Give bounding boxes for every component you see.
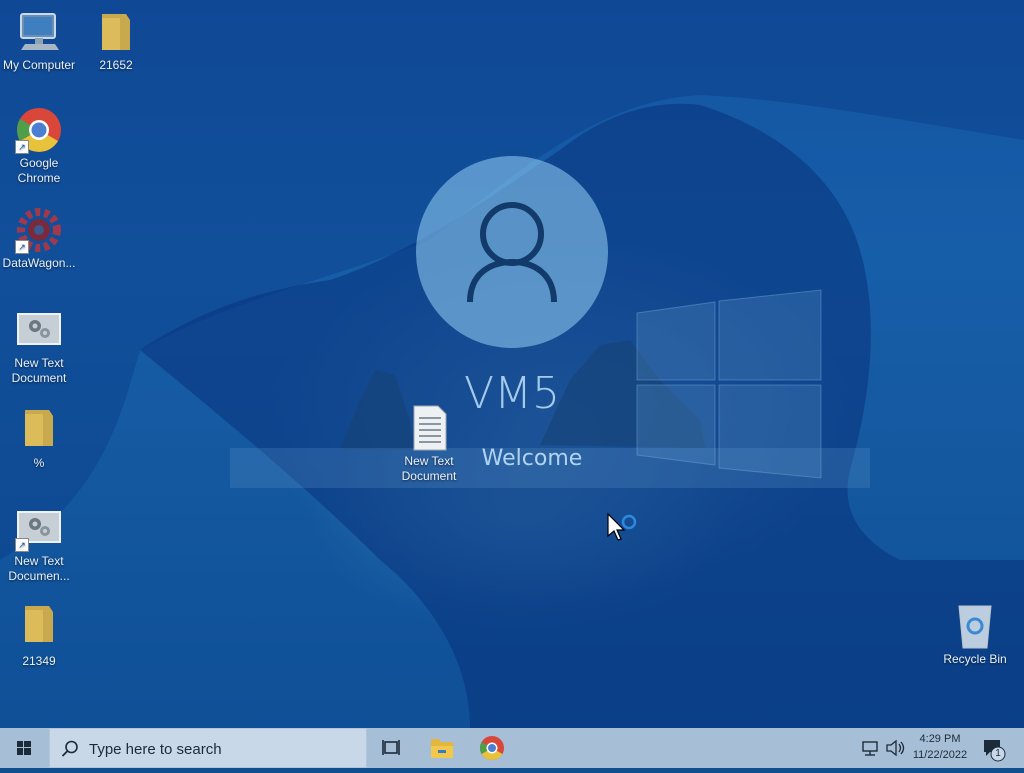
desktop-icon-label: 21652 [99,58,133,72]
search-placeholder: Type here to search [89,741,222,758]
network-tray-button[interactable] [856,728,884,768]
task-view-icon [382,740,400,755]
desktop-icon-label: 21349 [22,654,56,668]
desktop-icon-label: My Computer [2,58,76,72]
machine-name: VM5 [463,368,561,419]
desktop-icon-my-computer[interactable]: My Computer [0,8,78,73]
notification-count: 1 [995,748,1001,759]
desktop-icon-new-text-document-2[interactable]: ↗ New Text Documen... [0,504,78,584]
desktop-icon-google-chrome[interactable]: ↗ Google Chrome [0,106,78,186]
gear-app-icon: ↗ [15,206,63,254]
desktop-icon-label: % [33,456,45,470]
network-icon [862,741,878,756]
lock-screen-overlay [0,0,1024,728]
desktop-icon-folder-21349[interactable]: 21349 [0,604,78,669]
shortcut-arrow-icon: ↗ [15,538,29,552]
recycle-bin-icon [951,602,999,650]
windows-logo-icon [17,741,31,755]
busy-cursor-icon [607,512,637,541]
desktop-icon-folder-21652[interactable]: 21652 [77,8,155,73]
desktop-icon-label: Recycle Bin [943,652,1007,666]
shortcut-arrow-icon: ↗ [15,240,29,254]
start-button[interactable] [0,728,48,768]
desktop-icon-label: Google Chrome [17,156,61,185]
clock-button[interactable]: 4:29 PM 11/22/2022 [905,728,975,768]
desktop-icon-recycle-bin[interactable]: Recycle Bin [936,602,1014,667]
desktop-icon-datawagon[interactable]: ↗ DataWagon... [0,206,78,271]
search-icon [61,740,78,757]
welcome-message: Welcome [481,446,583,471]
task-view-button[interactable] [368,728,416,768]
desktop-icon-folder-percent[interactable]: % [0,406,78,471]
action-center-button[interactable]: 1 [976,728,1024,768]
chrome-icon [479,736,504,761]
taskbar-search-box[interactable]: Type here to search [49,728,367,768]
file-explorer-icon [431,739,453,758]
chrome-icon: ↗ [15,106,63,154]
clock-date: 11/22/2022 [912,749,968,761]
computer-icon [15,8,63,56]
folder-icon [92,8,140,56]
settings-document-icon: ↗ [15,504,63,552]
folder-icon [15,406,63,454]
desktop-icon-label: New Text Document [11,356,67,385]
folder-icon [15,604,63,652]
desktop-icon-new-text-document-1[interactable]: New Text Document [0,306,78,386]
settings-document-icon [15,306,63,354]
taskbar: Type here to search 4:29 PM 11/22/2022 1 [0,728,1024,768]
clock-time: 4:29 PM [919,733,961,745]
desktop-icon-label: New Text Documen... [8,554,70,583]
file-explorer-button[interactable] [418,728,466,768]
shortcut-arrow-icon: ↗ [15,140,29,154]
chrome-taskbar-button[interactable] [468,728,516,768]
desktop-icon-label: DataWagon... [2,256,76,270]
